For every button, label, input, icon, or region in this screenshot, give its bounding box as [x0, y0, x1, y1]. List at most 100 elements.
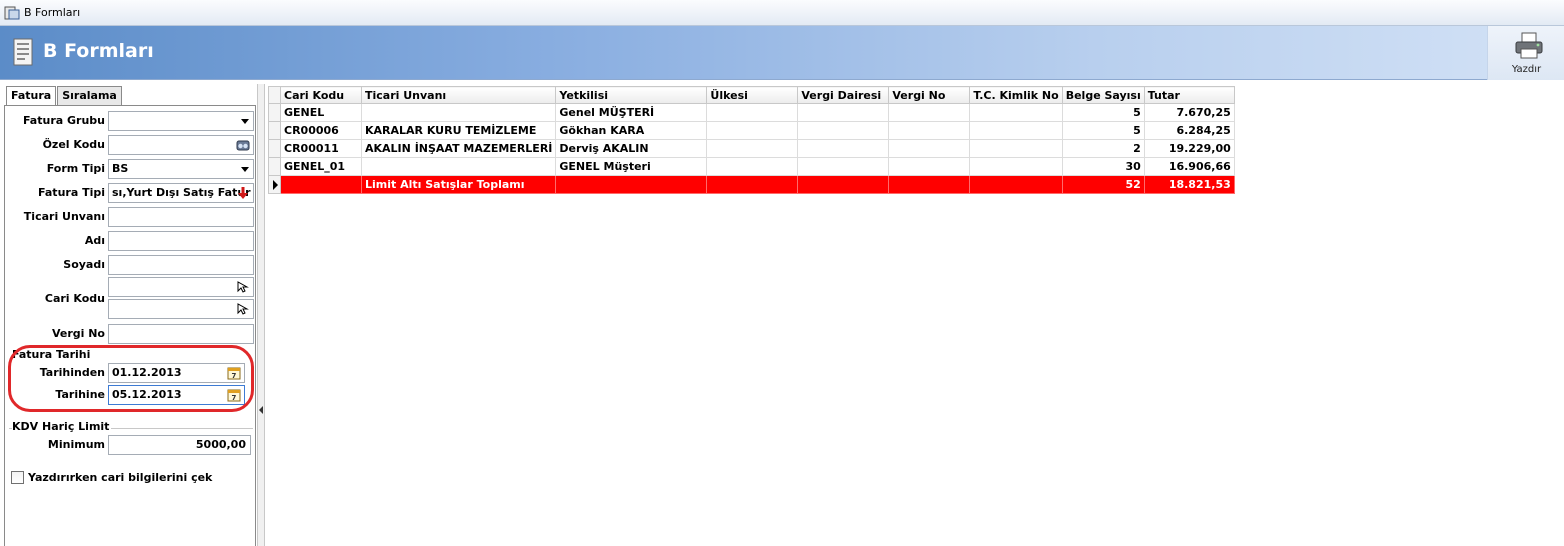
- date-range-highlight: [8, 345, 254, 412]
- soyadi-input[interactable]: [108, 255, 254, 275]
- print-cari-checkbox[interactable]: [11, 471, 24, 484]
- cell[interactable]: [360, 103, 557, 122]
- cell[interactable]: [555, 175, 708, 194]
- cell[interactable]: 5: [1061, 121, 1145, 140]
- adi-input[interactable]: [108, 231, 254, 251]
- cell[interactable]: Derviş AKALIN: [555, 139, 708, 158]
- vergi-no-input[interactable]: [108, 324, 254, 344]
- col-header[interactable]: T.C. Kimlik No: [969, 86, 1063, 104]
- cari-kodu-to-row: [5, 298, 257, 320]
- print-cari-option[interactable]: Yazdırırken cari bilgilerini çek: [11, 471, 212, 484]
- filter-panel: Fatura Sıralama Fatura Grubu Özel Kodu F…: [2, 84, 256, 546]
- cell[interactable]: 16.906,66: [1143, 157, 1235, 176]
- cell[interactable]: [969, 103, 1063, 122]
- fatura-grubu-select[interactable]: [108, 111, 254, 131]
- row-indicator-header: [268, 86, 281, 104]
- lookup-binoculars-icon[interactable]: [236, 138, 250, 152]
- cell[interactable]: [797, 103, 890, 122]
- cell[interactable]: Genel MÜŞTERİ: [555, 103, 708, 122]
- adi-row: Adı: [5, 230, 257, 252]
- table-row[interactable]: CR00006 KARALAR KURU TEMİZLEME Gökhan KA…: [268, 121, 1235, 140]
- cell[interactable]: [706, 103, 799, 122]
- cell[interactable]: 5: [1061, 103, 1145, 122]
- cell[interactable]: [797, 175, 890, 194]
- document-icon: [13, 38, 33, 66]
- fatura-tipi-select[interactable]: sı,Yurt Dışı Satış Fatur: [108, 183, 254, 203]
- form-tipi-value: BS: [112, 162, 129, 175]
- cell[interactable]: GENEL_01: [280, 157, 362, 176]
- cell[interactable]: [797, 121, 890, 140]
- cell[interactable]: [706, 121, 799, 140]
- cell[interactable]: CR00006: [280, 121, 362, 140]
- minimum-row: Minimum 5000,00: [5, 434, 257, 456]
- cell[interactable]: 7.670,25: [1143, 103, 1235, 122]
- kdv-limit-title: KDV Hariç Limit: [12, 420, 112, 433]
- cell[interactable]: [797, 157, 890, 176]
- tab-fatura[interactable]: Fatura: [6, 86, 57, 106]
- cell[interactable]: [360, 157, 557, 176]
- cell[interactable]: 2: [1061, 139, 1145, 158]
- ticari-unvani-input[interactable]: [108, 207, 254, 227]
- printer-icon: [1515, 32, 1543, 59]
- cell[interactable]: [706, 139, 799, 158]
- cell[interactable]: AKALIN İNŞAAT MAZEMERLERİ: [360, 139, 557, 158]
- col-header[interactable]: Vergi Dairesi: [797, 86, 890, 104]
- lookup-cursor-icon[interactable]: [236, 302, 250, 316]
- cell[interactable]: [969, 175, 1063, 194]
- cell[interactable]: [706, 157, 799, 176]
- minimum-input[interactable]: 5000,00: [108, 435, 251, 455]
- table-row[interactable]: GENEL_01 GENEL Müşteri 30 16.906,66: [268, 157, 1235, 176]
- cell[interactable]: [969, 157, 1063, 176]
- cell[interactable]: [706, 175, 799, 194]
- red-arrow-down-icon[interactable]: [236, 186, 250, 200]
- chevron-down-icon[interactable]: [241, 167, 249, 172]
- adi-label: Adı: [84, 234, 105, 247]
- tab-siralama[interactable]: Sıralama: [57, 86, 122, 105]
- cell[interactable]: [280, 175, 362, 194]
- form-tipi-label: Form Tipi: [46, 162, 105, 175]
- row-indicator: [268, 139, 281, 158]
- cell[interactable]: CR00011: [280, 139, 362, 158]
- cell[interactable]: 6.284,25: [1143, 121, 1235, 140]
- cell[interactable]: [969, 139, 1063, 158]
- header-banner: B Formları Yazdır: [0, 26, 1564, 80]
- col-header[interactable]: Cari Kodu: [280, 86, 362, 104]
- cell[interactable]: [888, 157, 971, 176]
- col-header[interactable]: Yetkilisi: [555, 86, 708, 104]
- row-indicator: [268, 121, 281, 140]
- cell[interactable]: 30: [1061, 157, 1145, 176]
- cell[interactable]: [797, 139, 890, 158]
- cell[interactable]: [969, 121, 1063, 140]
- row-indicator-current: [268, 175, 281, 194]
- cell[interactable]: KARALAR KURU TEMİZLEME: [360, 121, 557, 140]
- col-header[interactable]: Vergi No: [888, 86, 971, 104]
- cari-kodu-to-input[interactable]: [108, 299, 254, 319]
- cell[interactable]: 18.821,53: [1143, 175, 1235, 194]
- ozel-kodu-input[interactable]: [108, 135, 254, 155]
- ozel-kodu-label: Özel Kodu: [42, 138, 105, 151]
- cell[interactable]: 52: [1061, 175, 1145, 194]
- cell[interactable]: Limit Altı Satışlar Toplamı: [360, 175, 557, 194]
- col-header[interactable]: Tutar: [1143, 86, 1235, 104]
- cell[interactable]: GENEL Müşteri: [555, 157, 708, 176]
- results-table: Cari Kodu Ticari Unvanı Yetkilisi Ülkesi…: [268, 86, 1235, 194]
- cell[interactable]: Gökhan KARA: [555, 121, 708, 140]
- form-tipi-select[interactable]: BS: [108, 159, 254, 179]
- form-tipi-row: Form Tipi BS: [5, 158, 257, 180]
- cell[interactable]: [888, 103, 971, 122]
- table-row[interactable]: CR00011 AKALIN İNŞAAT MAZEMERLERİ Derviş…: [268, 139, 1235, 158]
- chevron-down-icon[interactable]: [241, 119, 249, 124]
- table-row[interactable]: GENEL Genel MÜŞTERİ 5 7.670,25: [268, 103, 1235, 122]
- cell[interactable]: [888, 175, 971, 194]
- collapse-arrow-icon[interactable]: [259, 406, 263, 414]
- cell[interactable]: [888, 121, 971, 140]
- col-header[interactable]: Ticari Unvanı: [360, 86, 557, 104]
- cell[interactable]: 19.229,00: [1143, 139, 1235, 158]
- col-header[interactable]: Ülkesi: [706, 86, 799, 104]
- cell[interactable]: [888, 139, 971, 158]
- total-row[interactable]: Limit Altı Satışlar Toplamı 52 18.821,53: [268, 175, 1235, 194]
- cell[interactable]: GENEL: [280, 103, 362, 122]
- print-button[interactable]: Yazdır: [1487, 26, 1564, 80]
- panel-splitter[interactable]: [257, 84, 265, 546]
- col-header[interactable]: Belge Sayısı: [1061, 86, 1145, 104]
